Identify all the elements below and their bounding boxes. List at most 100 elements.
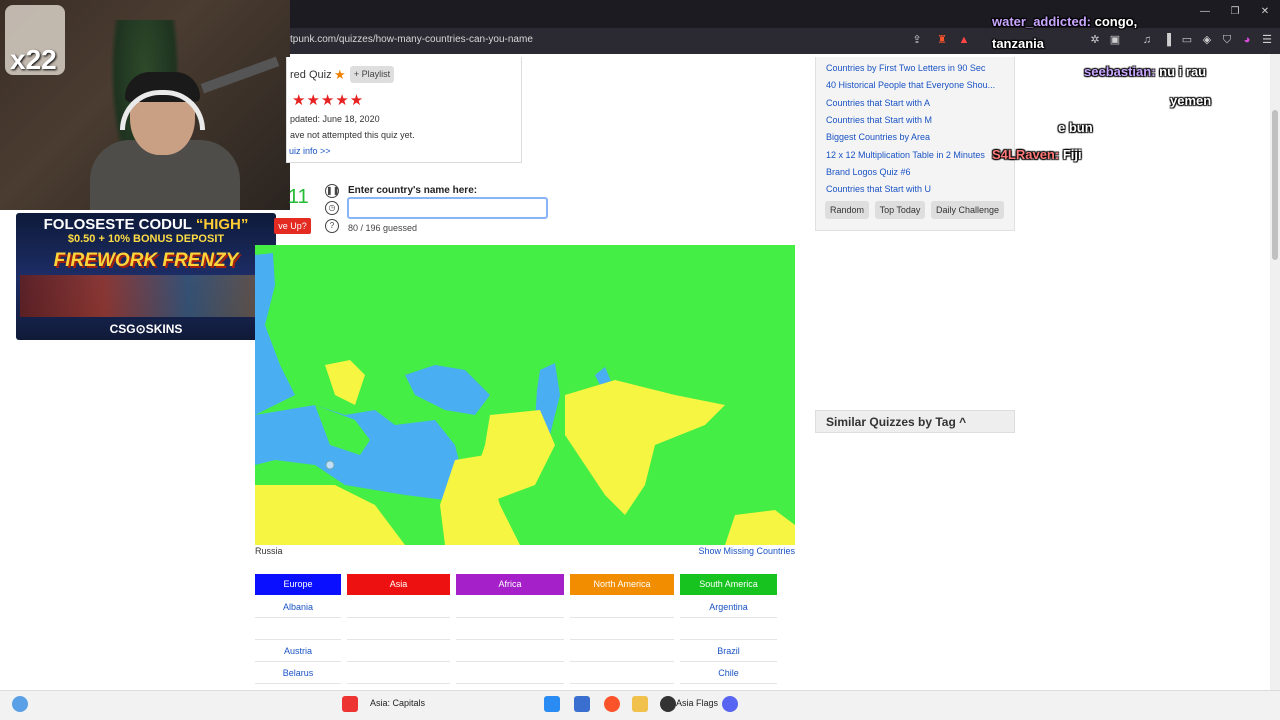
show-missing-link[interactable]: Show Missing Countries [665, 546, 795, 556]
table-cell [347, 618, 450, 640]
chat-message: water_addicted: congo, [992, 14, 1137, 29]
profile-icon[interactable]: ◕ [1240, 33, 1254, 47]
chat-username: S4LRaven: [992, 147, 1060, 162]
wallet-icon[interactable]: ▭ [1180, 33, 1194, 47]
table-cell [347, 596, 450, 618]
chat-text: tanzania [992, 36, 1045, 51]
emote-multiplier: x22 [10, 44, 57, 75]
map-hover-caption: Russia [255, 546, 283, 556]
ad-artwork [20, 275, 272, 317]
give-up-button[interactable]: ve Up? [274, 218, 311, 234]
ad-code: “HIGH” [195, 216, 249, 233]
related-quiz-link[interactable]: Countries that Start with M [826, 115, 998, 125]
maximize-icon[interactable]: ❐ [1226, 6, 1244, 20]
ad-headline-text: FOLOSESTE CODUL [43, 216, 192, 233]
table-cell [570, 596, 674, 618]
clock-icon[interactable]: ◷ [325, 201, 339, 215]
top-today-button[interactable]: Top Today [875, 201, 925, 219]
taskbar-window-label[interactable]: Asia Flags [676, 698, 718, 708]
table-cell: Austria [255, 640, 341, 662]
help-icon[interactable]: ? [325, 219, 339, 233]
table-cell [570, 662, 674, 684]
table-cell [255, 618, 341, 640]
region-header-asia: Asia [347, 574, 450, 595]
similar-quizzes-title[interactable]: Similar Quizzes by Tag ^ [826, 415, 966, 429]
table-cell [347, 662, 450, 684]
table-cell [456, 640, 564, 662]
chat-text: e bun [1058, 120, 1093, 135]
chat-text: nu i rau [1159, 64, 1207, 79]
chat-text: yemen [1170, 93, 1212, 108]
table-cell [347, 640, 450, 662]
url-text[interactable]: tpunk.com/quizzes/how-many-countries-can… [290, 34, 533, 45]
quiz-info-link[interactable]: uiz info >> [289, 146, 331, 156]
table-cell: Brazil [680, 640, 777, 662]
random-button[interactable]: Random [825, 201, 869, 219]
chat-text: Fiji [1062, 147, 1082, 162]
daily-challenge-button[interactable]: Daily Challenge [931, 201, 1004, 219]
taskbar-window-label[interactable]: Asia: Capitals [370, 698, 425, 708]
table-cell [570, 640, 674, 662]
related-quiz-link[interactable]: Countries by First Two Letters in 90 Sec [826, 63, 998, 73]
table-cell [456, 596, 564, 618]
close-icon[interactable]: ✕ [1256, 6, 1274, 20]
related-quiz-link[interactable]: 12 x 12 Multiplication Table in 2 Minute… [826, 150, 998, 160]
scrollbar-thumb[interactable] [1272, 110, 1278, 260]
attempt-status: ave not attempted this quiz yet. [290, 130, 415, 140]
brave-browser-icon[interactable] [604, 696, 620, 712]
table-cell: Argentina [680, 596, 777, 618]
region-header-europe: Europe [255, 574, 341, 595]
related-quiz-link[interactable]: 40 Historical People that Everyone Shou.… [826, 80, 998, 90]
answer-input[interactable] [347, 197, 548, 219]
related-quiz-link[interactable]: Countries that Start with A [826, 98, 998, 108]
related-quiz-link[interactable]: Biggest Countries by Area [826, 132, 998, 142]
windows-start-icon[interactable] [544, 696, 560, 712]
ad-title: FIREWORK FRENZY [53, 250, 239, 271]
table-cell [570, 618, 674, 640]
region-header-africa: Africa [456, 574, 564, 595]
weather-icon[interactable] [12, 696, 28, 712]
share-icon[interactable]: ⇪ [910, 33, 924, 47]
file-explorer-icon[interactable] [632, 696, 648, 712]
chat-username: seebastian: [1084, 64, 1156, 79]
screenshot-icon[interactable]: ▣ [1108, 33, 1122, 47]
related-quiz-link[interactable]: Countries that Start with U [826, 184, 998, 194]
updated-date: pdated: June 18, 2020 [290, 114, 380, 124]
taskbar-flag-icon[interactable] [342, 696, 358, 712]
music-icon[interactable]: ♫ [1140, 33, 1154, 47]
chat-message: seebastian: nu i rau [1084, 64, 1206, 79]
taskview-icon[interactable] [574, 696, 590, 712]
chat-username: water_addicted: [992, 14, 1091, 29]
vpn-icon[interactable]: ◈ [1200, 33, 1214, 47]
shield-icon[interactable]: ⛉ [1220, 33, 1234, 47]
answer-label: Enter country's name here: [348, 185, 478, 196]
brave-shield-icon[interactable]: ♜ [935, 33, 949, 47]
menu-icon[interactable]: ☰ [1260, 33, 1274, 47]
rating-stars[interactable]: ★★★★★ [292, 91, 364, 109]
map-svg [255, 245, 795, 545]
obs-icon[interactable] [660, 696, 676, 712]
ad-brand: CSG⊙SKINS [109, 322, 183, 336]
minimize-icon[interactable]: — [1196, 6, 1214, 20]
extension-icon[interactable]: ✲ [1088, 33, 1102, 47]
map-marker-icon [325, 460, 335, 470]
chat-text: congo, [1094, 14, 1138, 29]
sidebar-icon[interactable]: ▐ [1160, 33, 1174, 47]
region-header-north-america: North America [570, 574, 674, 595]
related-quiz-link[interactable]: Brand Logos Quiz #6 [826, 167, 998, 177]
chat-message: e bun [1058, 120, 1093, 135]
table-cell: Chile [680, 662, 777, 684]
pause-icon[interactable]: ❚❚ [325, 184, 339, 198]
table-cell [680, 618, 777, 640]
brave-rewards-icon[interactable]: ▲ [957, 33, 971, 47]
playlist-button[interactable]: + Playlist [350, 66, 394, 83]
chat-message: S4LRaven: Fiji [992, 147, 1082, 162]
discord-icon[interactable] [722, 696, 738, 712]
favorite-star-icon[interactable]: ★ [334, 67, 346, 83]
ad-headline: FOLOSESTE CODUL “HIGH” [16, 216, 276, 233]
region-header-south-america: South America [680, 574, 777, 595]
chat-message: yemen [1170, 93, 1211, 108]
table-cell: Albania [255, 596, 341, 618]
featured-label: red Quiz [290, 69, 332, 81]
world-map[interactable] [255, 245, 795, 545]
